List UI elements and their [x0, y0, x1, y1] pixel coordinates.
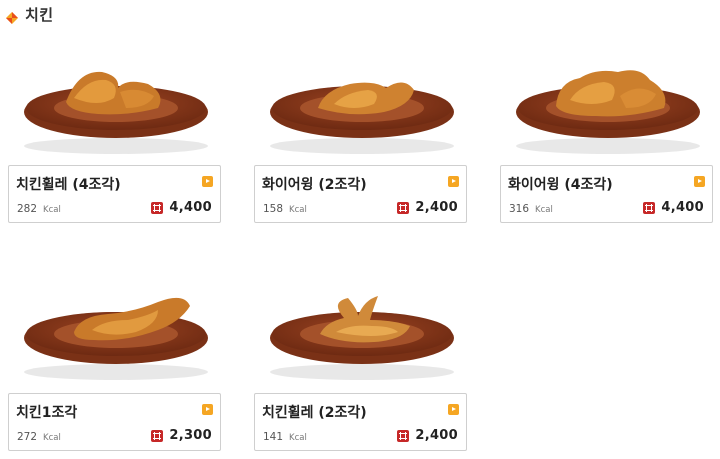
- product-photo[interactable]: [8, 296, 223, 384]
- product-name[interactable]: 치킨휠레 (2조각): [262, 402, 367, 422]
- product-price: 2,400: [397, 428, 458, 443]
- product-photo[interactable]: [254, 68, 469, 156]
- product-photo[interactable]: [500, 68, 715, 156]
- product-name[interactable]: 치킨1조각: [16, 402, 77, 422]
- won-icon: [643, 201, 656, 214]
- product-card[interactable]: 치킨1조각 272 Kcal 2,300: [8, 393, 221, 451]
- won-icon: [151, 429, 164, 442]
- detail-arrow-icon[interactable]: [202, 176, 213, 187]
- product-name[interactable]: 화이어윙 (2조각): [262, 174, 367, 194]
- detail-arrow-icon[interactable]: [694, 176, 705, 187]
- product-card[interactable]: 치킨휠레 (2조각) 141 Kcal 2,400: [254, 393, 467, 451]
- product-kcal: 316 Kcal: [509, 203, 553, 215]
- product-price: 4,400: [151, 200, 212, 215]
- product-photo[interactable]: [8, 68, 223, 156]
- won-icon: [397, 429, 410, 442]
- product-photo[interactable]: [254, 296, 469, 384]
- product-name[interactable]: 치킨휠레 (4조각): [16, 174, 121, 194]
- product-price: 2,400: [397, 200, 458, 215]
- product-price: 4,400: [643, 200, 704, 215]
- product-kcal: 282 Kcal: [17, 203, 61, 215]
- won-icon: [151, 201, 164, 214]
- product-card[interactable]: 화이어윙 (4조각) 316 Kcal 4,400: [500, 165, 713, 223]
- product-price: 2,300: [151, 428, 212, 443]
- product-kcal: 158 Kcal: [263, 203, 307, 215]
- detail-arrow-icon[interactable]: [202, 404, 213, 415]
- detail-arrow-icon[interactable]: [448, 176, 459, 187]
- product-card[interactable]: 화이어윙 (2조각) 158 Kcal 2,400: [254, 165, 467, 223]
- section-header: 치킨: [6, 4, 54, 24]
- section-title: 치킨: [25, 5, 54, 24]
- product-kcal: 272 Kcal: [17, 431, 61, 443]
- product-name[interactable]: 화이어윙 (4조각): [508, 174, 613, 194]
- detail-arrow-icon[interactable]: [448, 404, 459, 415]
- product-card[interactable]: 치킨휠레 (4조각) 282 Kcal 4,400: [8, 165, 221, 223]
- diamond-icon: [6, 9, 18, 24]
- won-icon: [397, 201, 410, 214]
- product-kcal: 141 Kcal: [263, 431, 307, 443]
